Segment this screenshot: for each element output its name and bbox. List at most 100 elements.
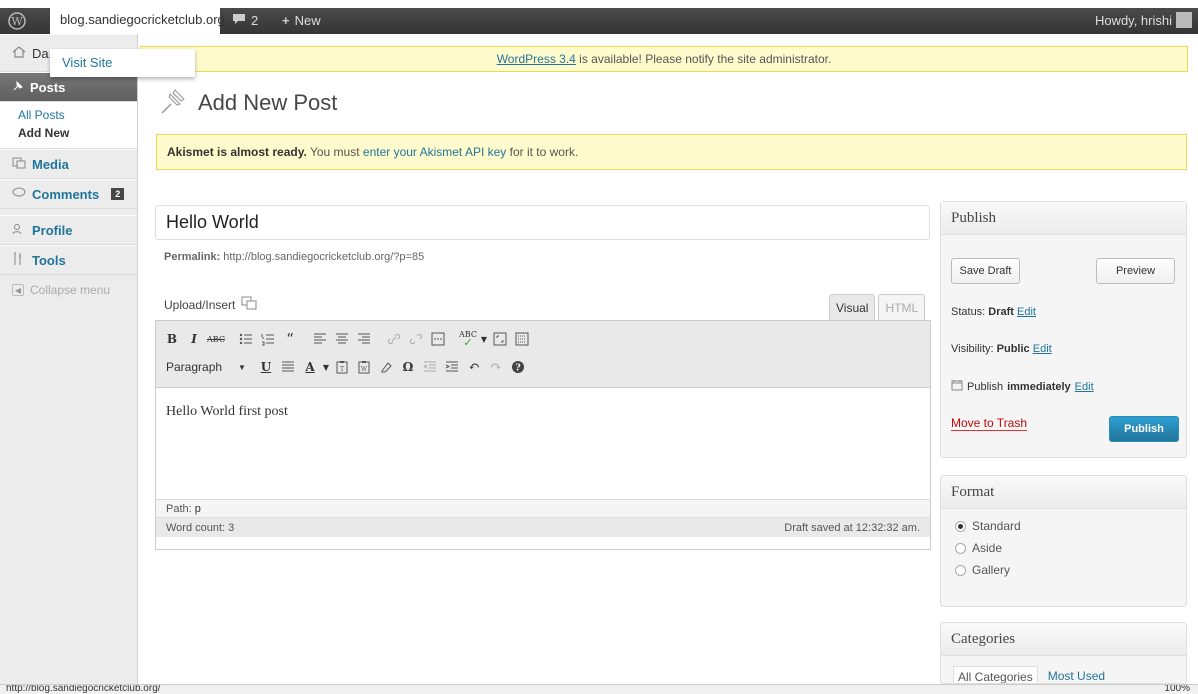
publish-value: immediately [1007, 380, 1071, 393]
remove-format-icon[interactable] [376, 357, 396, 377]
redo-icon[interactable]: ↷ [486, 357, 506, 377]
sidebar-item-label: Comments [32, 186, 100, 202]
toolbar-row-1: B I ABC “ ABC ✓ ▼ [162, 325, 930, 353]
numbered-list-icon[interactable] [258, 329, 278, 349]
akismet-notice-text: You must [306, 145, 363, 159]
strikethrough-button[interactable]: ABC [206, 329, 226, 349]
align-justify-icon[interactable] [278, 357, 298, 377]
radio-gallery[interactable] [955, 564, 966, 576]
add-media-icon[interactable] [241, 296, 257, 313]
special-character-icon[interactable]: Ω [398, 357, 418, 377]
site-name-menu[interactable]: blog.sandiegocricketclub.org [50, 6, 225, 36]
categories-tabs: All Categories Most Used [941, 656, 1186, 683]
outdent-icon[interactable] [420, 357, 440, 377]
post-content-editor[interactable]: Hello World first post [156, 388, 930, 499]
spellcheck-dropdown-icon[interactable]: ▼ [480, 329, 488, 349]
sidebar-item-tools[interactable]: Tools [0, 245, 137, 275]
align-center-icon[interactable] [332, 329, 352, 349]
sidebar-item-label: Tools [32, 252, 66, 268]
text-color-icon[interactable]: A [300, 357, 320, 377]
plus-icon: + [282, 13, 290, 28]
howdy-user-menu[interactable]: Howdy, hrishi [1095, 13, 1172, 28]
zoom-level[interactable]: 100% [1164, 685, 1190, 694]
format-option-label: Gallery [972, 563, 1011, 577]
italic-button[interactable]: I [184, 329, 204, 349]
schedule-edit-link[interactable]: Edit [1075, 381, 1094, 393]
update-notice: WordPress 3.4 is available! Please notif… [140, 46, 1188, 72]
post-title-input[interactable]: Hello World [155, 205, 930, 240]
page-title: Add New Post [198, 89, 338, 115]
visit-site-link[interactable]: Visit Site [62, 55, 112, 70]
collapse-menu-label: Collapse menu [30, 283, 111, 297]
akismet-notice-bold: Akismet is almost ready. [167, 145, 307, 159]
paste-word-icon[interactable]: W [354, 357, 374, 377]
format-option-gallery[interactable]: Gallery [941, 559, 1186, 581]
underline-button[interactable]: U [256, 357, 276, 377]
comments-menu[interactable]: 2 [232, 13, 258, 28]
status-edit-link[interactable]: Edit [1017, 306, 1036, 318]
kitchen-sink-icon[interactable] [512, 329, 532, 349]
post-visibility: Visibility: Public Edit [951, 343, 1052, 355]
editor-tabs: Visual HTML [826, 294, 926, 321]
format-option-standard[interactable]: Standard [941, 515, 1186, 537]
upload-insert-row: Upload/Insert [164, 296, 257, 313]
pushpin-large-icon [158, 86, 188, 119]
posts-submenu: All Posts Add New [0, 102, 137, 149]
avatar[interactable] [1176, 12, 1192, 28]
undo-icon[interactable]: ↶ [464, 357, 484, 377]
radio-aside[interactable] [955, 542, 966, 554]
submenu-item-all-posts[interactable]: All Posts [18, 106, 137, 124]
align-left-icon[interactable] [310, 329, 330, 349]
blockquote-icon[interactable]: “ [280, 329, 300, 349]
indent-icon[interactable] [442, 357, 462, 377]
publish-button[interactable]: Publish [1109, 416, 1179, 442]
insert-link-icon[interactable] [384, 329, 404, 349]
sidebar-item-label: Da [32, 45, 49, 61]
tab-most-used[interactable]: Most Used [1044, 666, 1109, 683]
help-icon[interactable]: ? [508, 357, 528, 377]
akismet-notice-text-end: for it to work. [506, 145, 579, 159]
submenu-item-add-new[interactable]: Add New [18, 124, 137, 142]
unlink-icon[interactable] [406, 329, 426, 349]
bullet-list-icon[interactable] [236, 329, 256, 349]
calendar-icon [951, 379, 963, 394]
new-content-menu[interactable]: + New [282, 13, 321, 28]
move-to-trash-link[interactable]: Move to Trash [951, 416, 1028, 431]
sidebar-item-comments[interactable]: Comments 2 [0, 179, 137, 209]
radio-standard[interactable] [955, 520, 966, 532]
spellcheck-icon[interactable]: ABC ✓ [458, 329, 478, 349]
save-draft-button[interactable]: Save Draft [951, 258, 1020, 284]
fullscreen-icon[interactable] [490, 329, 510, 349]
update-link[interactable]: WordPress 3.4 [497, 52, 576, 66]
preview-button[interactable]: Preview [1096, 258, 1175, 284]
tab-visual[interactable]: Visual [829, 294, 876, 321]
sidebar-item-profile[interactable]: Profile [0, 215, 137, 245]
svg-text:?: ? [515, 364, 520, 374]
word-count-bar: Word count: 3 Draft saved at 12:32:32 am… [156, 517, 930, 537]
visibility-label: Visibility: [951, 343, 997, 355]
collapse-menu-button[interactable]: ◀ Collapse menu [0, 275, 137, 297]
insert-more-icon[interactable] [428, 329, 448, 349]
format-option-aside[interactable]: Aside [941, 537, 1186, 559]
paste-text-icon[interactable]: T [332, 357, 352, 377]
akismet-notice: Akismet is almost ready. You must enter … [156, 134, 1187, 170]
sidebar-item-media[interactable]: Media [0, 149, 137, 179]
format-select[interactable]: Paragraph ▼ [162, 357, 250, 377]
akismet-api-key-link[interactable]: enter your Akismet API key [363, 145, 506, 159]
media-icon [12, 157, 26, 172]
wordpress-logo-icon[interactable]: W [4, 10, 30, 32]
visibility-edit-link[interactable]: Edit [1033, 343, 1052, 355]
collapse-arrow-icon: ◀ [12, 284, 24, 296]
tab-all-categories[interactable]: All Categories [953, 666, 1038, 683]
svg-text:W: W [361, 366, 368, 373]
tab-html[interactable]: HTML [878, 294, 926, 321]
permalink-url[interactable]: http://blog.sandiegocricketclub.org/?p=8… [220, 251, 424, 263]
toolbar-row-2: Paragraph ▼ U A ▼ T W Ω ↶ ↷ ? [162, 353, 930, 381]
categories-box-heading: Categories [941, 623, 1186, 656]
bold-button[interactable]: B [162, 329, 182, 349]
editor-path: Path: p [156, 499, 930, 517]
format-box: Format Standard Aside Gallery [940, 475, 1187, 607]
svg-text:W: W [11, 15, 23, 28]
align-right-icon[interactable] [354, 329, 374, 349]
text-color-dropdown-icon[interactable]: ▼ [322, 357, 330, 377]
